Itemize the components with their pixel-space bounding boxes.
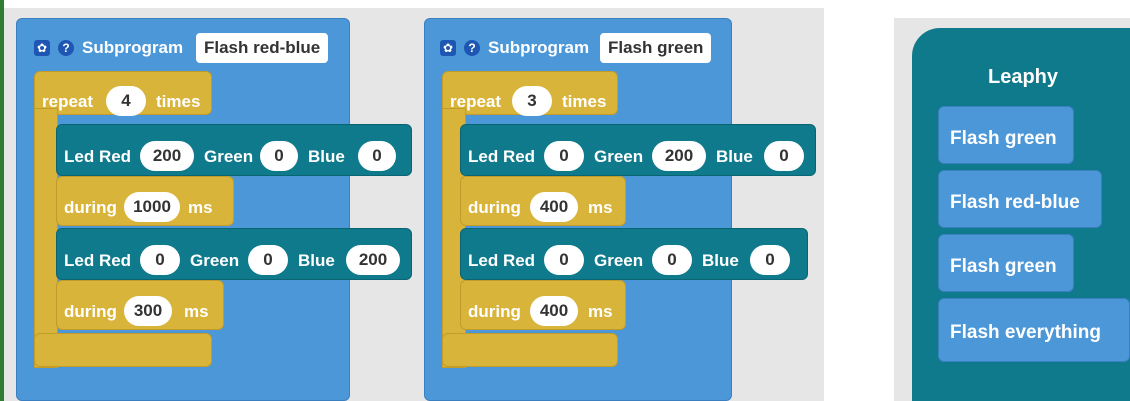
repeat-count-field[interactable]: 4	[106, 86, 146, 116]
subprogram-label: Subprogram	[488, 38, 590, 57]
repeat-label: repeat	[42, 92, 94, 111]
led-green-field[interactable]: 200	[652, 141, 706, 171]
led-red-field[interactable]: 0	[140, 245, 180, 275]
led-red-label: Led Red	[468, 147, 536, 166]
subprogram-name-field[interactable]: Flash green	[600, 33, 712, 63]
during-unit-label: ms	[188, 198, 213, 217]
led-red-field[interactable]: 200	[140, 141, 194, 171]
during-unit-label: ms	[588, 302, 613, 321]
leaphy-title: Leaphy	[988, 66, 1059, 88]
subprogram-name-field[interactable]: Flash red-blue	[196, 33, 329, 63]
led-blue-label: Blue	[298, 251, 335, 270]
during-value-field[interactable]: 400	[530, 192, 578, 222]
repeat-label: repeat	[450, 92, 502, 111]
during-value-field[interactable]: 400	[530, 296, 578, 326]
during-label: during	[64, 198, 117, 217]
led-blue-label: Blue	[308, 147, 345, 166]
during-unit-label: ms	[184, 302, 209, 321]
led-red-label: Led Red	[64, 251, 132, 270]
help-icon[interactable]: ?	[58, 40, 74, 56]
led-red-label: Led Red	[468, 251, 536, 270]
during-value-field[interactable]: 1000	[124, 192, 180, 222]
gear-icon[interactable]: ✿	[440, 40, 456, 56]
led-blue-field[interactable]: 0	[358, 141, 396, 171]
times-label: times	[156, 92, 201, 111]
times-label: times	[562, 92, 607, 111]
led-red-field[interactable]: 0	[544, 245, 584, 275]
led-blue-field[interactable]: 0	[750, 245, 790, 275]
during-label: during	[468, 198, 521, 217]
gear-icon[interactable]: ✿	[34, 40, 50, 56]
led-blue-label: Blue	[716, 147, 753, 166]
led-blue-field[interactable]: 0	[764, 141, 804, 171]
main-program-panel: Leaphy Flash green Flash red-blue Flash …	[894, 18, 1130, 401]
led-blue-field[interactable]: 200	[346, 245, 400, 275]
led-green-field[interactable]: 0	[652, 245, 692, 275]
led-green-label: Green	[190, 251, 240, 270]
workspace: ✿ ? Subprogram Flash red-blue repeat 4 t…	[4, 8, 824, 401]
led-green-label: Green	[594, 147, 644, 166]
led-red-label: Led Red	[64, 147, 132, 166]
call-label: Flash green	[950, 128, 1057, 149]
call-label: Flash red-blue	[950, 192, 1080, 213]
call-label: Flash everything	[950, 322, 1101, 343]
repeat-count-field[interactable]: 3	[512, 86, 552, 116]
subprogram-label: Subprogram	[82, 38, 184, 57]
repeat-body-spine	[34, 108, 58, 368]
led-blue-label: Blue	[702, 251, 739, 270]
led-green-label: Green	[204, 147, 254, 166]
during-label: during	[64, 302, 117, 321]
repeat-footer	[442, 333, 618, 367]
led-green-field[interactable]: 0	[248, 245, 288, 275]
led-green-label: Green	[594, 251, 644, 270]
call-label: Flash green	[950, 256, 1057, 277]
during-value-field[interactable]: 300	[124, 296, 172, 326]
led-red-field[interactable]: 0	[544, 141, 584, 171]
help-icon[interactable]: ?	[464, 40, 480, 56]
led-green-field[interactable]: 0	[260, 141, 298, 171]
repeat-footer	[34, 333, 212, 367]
during-unit-label: ms	[588, 198, 613, 217]
during-label: during	[468, 302, 521, 321]
